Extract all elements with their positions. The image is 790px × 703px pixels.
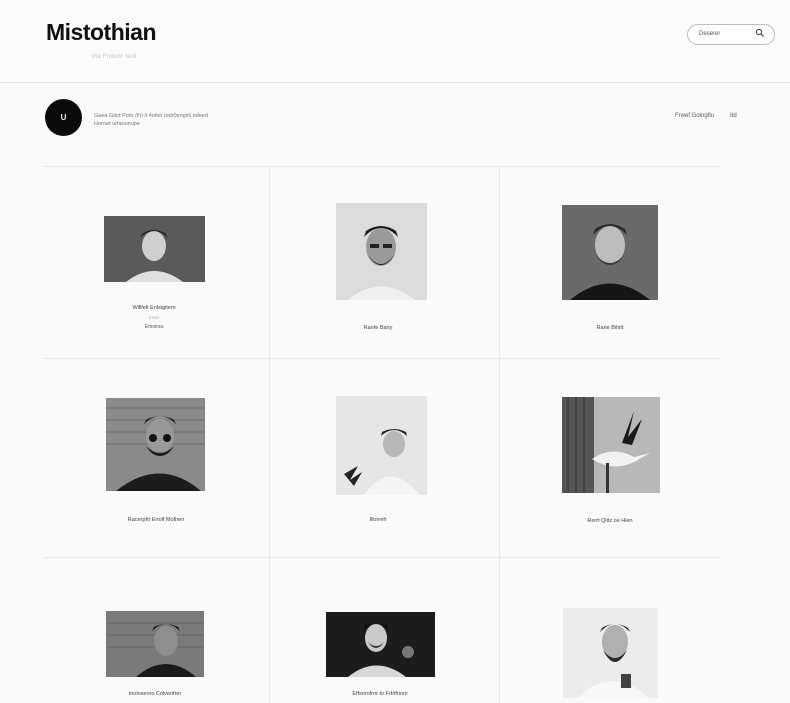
grid-divider: [499, 166, 500, 703]
gallery-photo[interactable]: [563, 608, 658, 698]
photo-caption[interactable]: Rarie Bihitt: [510, 325, 710, 331]
search-input[interactable]: Deserer: [687, 24, 775, 45]
gallery-photo[interactable]: [562, 397, 660, 493]
photo-caption[interactable]: Effsorofrnr to Frbtfriom: [280, 691, 480, 697]
photo-subcaption: rrmer: [148, 315, 160, 320]
photo-caption[interactable]: Racerpfrt Enolf Mothen: [56, 517, 256, 523]
site-header: Mistothian ma Fmbmr teid Deserer: [0, 0, 790, 83]
photo-caption[interactable]: Willfelt Enlsigitem: [54, 305, 254, 311]
profile-link-extra[interactable]: Itd: [730, 113, 737, 119]
gallery-photo[interactable]: [326, 612, 435, 677]
search-placeholder: Deserer: [699, 31, 721, 37]
photo-caption[interactable]: Ranfe Bany: [278, 325, 478, 331]
gallery-photo[interactable]: [106, 398, 205, 491]
search-icon[interactable]: [755, 28, 765, 40]
gallery-photo[interactable]: [562, 205, 658, 300]
photo-caption[interactable]: Inolnsenro Colvenfrer: [55, 691, 255, 697]
bio-line: Gaea Gtiot Potn /Fri /i 4ofoir Iodr0engi…: [94, 113, 209, 119]
grid-divider: [44, 557, 720, 558]
avatar[interactable]: U: [45, 99, 82, 136]
photo-caption[interactable]: Rerrt Qlitz oe Hien: [510, 518, 710, 524]
photo-caption[interactable]: Illorrefr: [278, 517, 478, 523]
grid-divider: [44, 358, 720, 359]
bio-line: Hornet urfanonupe: [94, 121, 140, 127]
gallery-photo[interactable]: [336, 203, 427, 300]
grid-divider: [44, 166, 720, 167]
profile-strip: U Gaea Gtiot Potn /Fri /i 4ofoir Iodr0en…: [0, 82, 790, 166]
photo-subcaption: Emoirsa: [144, 324, 164, 330]
grid-divider: [269, 166, 270, 703]
profile-link-following[interactable]: Frwef Goingflu: [675, 113, 714, 119]
site-logo[interactable]: Mistothian: [46, 19, 157, 46]
gallery-photo[interactable]: [104, 216, 205, 282]
gallery-photo[interactable]: [336, 396, 427, 495]
gallery-photo[interactable]: [106, 611, 204, 677]
site-tagline: ma Fmbmr teid: [92, 54, 137, 60]
profile-bio: Gaea Gtiot Potn /Fri /i 4ofoir Iodr0engi…: [94, 112, 254, 128]
